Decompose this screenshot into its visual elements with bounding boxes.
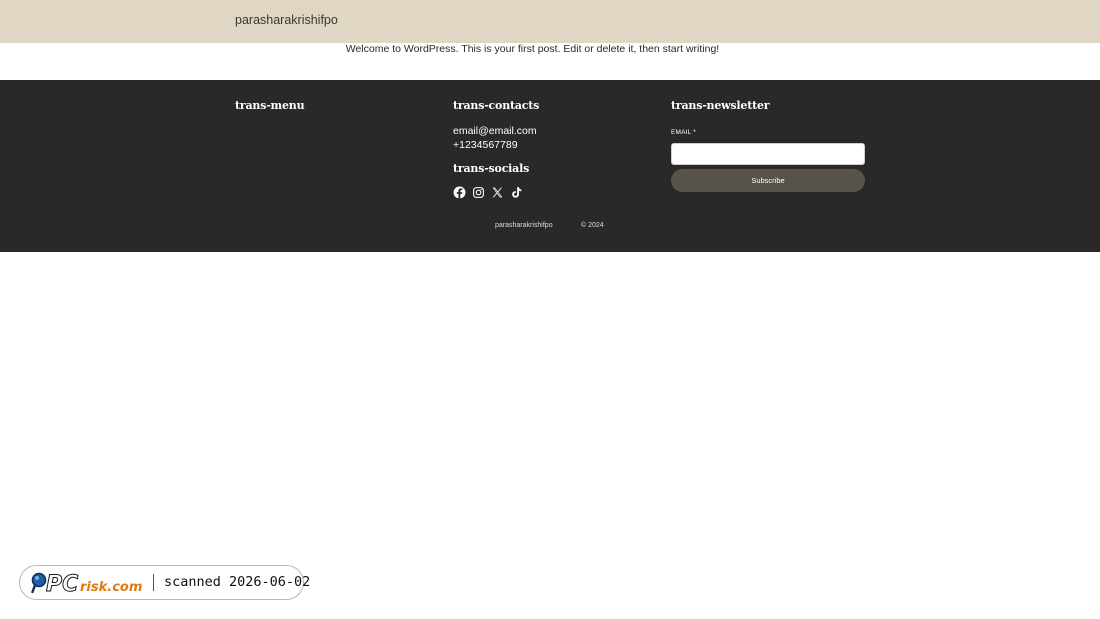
site-title-link[interactable]: parasharakrishifpo [235, 13, 338, 27]
pcrisk-logo: PC risk.com [31, 572, 142, 595]
copyright-site-name: parasharakrishifpo [495, 222, 553, 229]
site-footer: trans-menu trans-contacts email@email.co… [0, 80, 1100, 252]
post-content: Welcome to WordPress. This is your first… [345, 43, 720, 55]
instagram-link[interactable] [472, 186, 485, 199]
svg-text:risk.com: risk.com [80, 580, 142, 595]
contacts-heading: trans-contacts [453, 99, 540, 112]
svg-text:PC: PC [46, 572, 78, 595]
facebook-link[interactable] [453, 186, 466, 199]
socials-heading: trans-socials [453, 162, 530, 175]
site-header: parasharakrishifpo [0, 0, 1100, 43]
x-twitter-link[interactable] [491, 186, 504, 199]
x-twitter-icon [492, 187, 503, 198]
pcrisk-scan-badge: PC risk.com scanned 2026-06-02 [19, 565, 310, 600]
social-links [453, 186, 523, 199]
contact-phone-link[interactable]: +1234567789 [453, 139, 518, 151]
tiktok-link[interactable] [510, 186, 523, 199]
badge-divider [153, 574, 154, 591]
menu-heading: trans-menu [235, 99, 305, 112]
copyright-year: © 2024 [581, 222, 604, 229]
subscribe-button[interactable]: Subscribe [671, 169, 865, 192]
contact-email-link[interactable]: email@email.com [453, 125, 537, 137]
newsletter-email-input[interactable] [671, 143, 865, 165]
facebook-icon [453, 186, 466, 199]
instagram-icon [473, 187, 484, 198]
tiktok-icon [512, 187, 522, 198]
scan-date-text: scanned 2026-06-02 [164, 574, 311, 590]
newsletter-heading: trans-newsletter [671, 99, 770, 112]
email-label: EMAIL * [671, 129, 697, 136]
